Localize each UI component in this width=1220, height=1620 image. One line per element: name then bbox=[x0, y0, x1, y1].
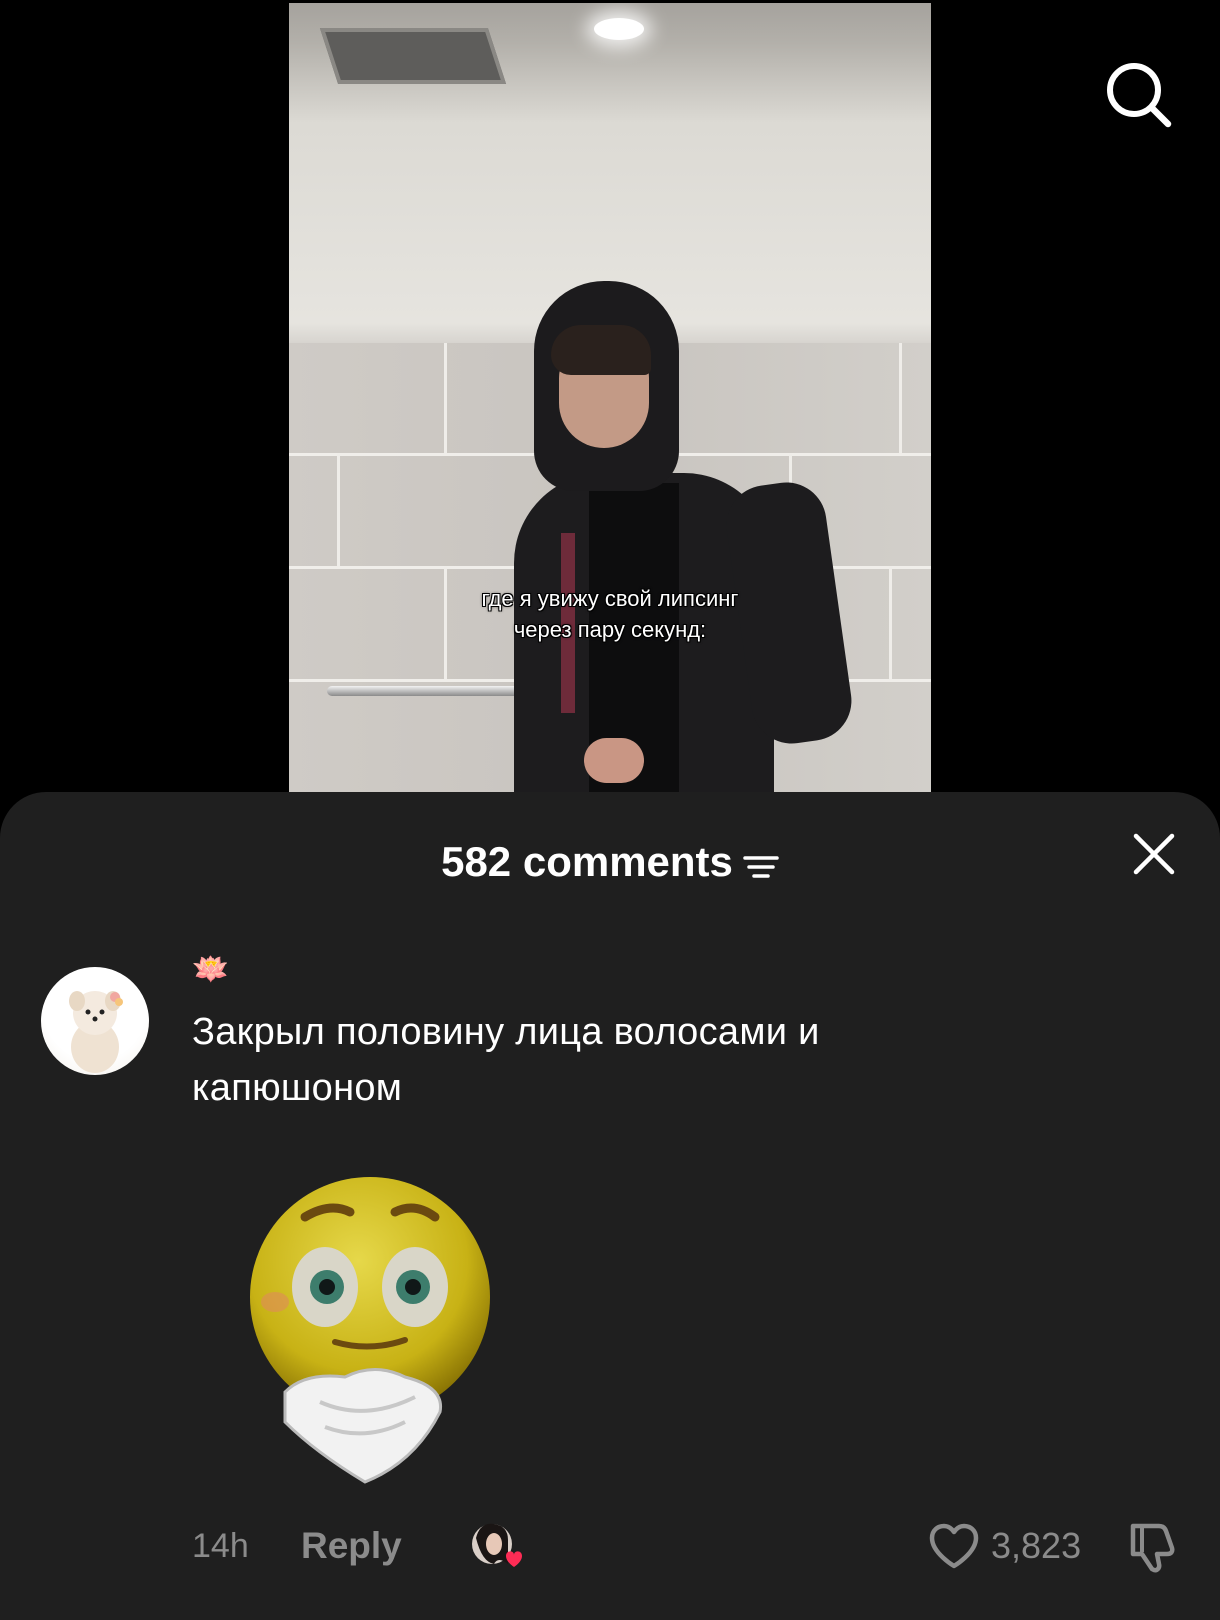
close-icon[interactable] bbox=[1130, 830, 1178, 878]
thumbs-down-icon[interactable] bbox=[1125, 1520, 1181, 1574]
person-hand bbox=[584, 738, 644, 783]
avatar[interactable] bbox=[41, 967, 149, 1075]
tile-seam bbox=[899, 343, 902, 453]
reply-button[interactable]: Reply bbox=[301, 1525, 402, 1567]
comment-timestamp: 14h bbox=[192, 1527, 249, 1565]
person-hair bbox=[551, 325, 651, 375]
comment-username[interactable]: 🪷 bbox=[192, 952, 229, 987]
comments-count-title: 582 comments bbox=[441, 837, 733, 885]
blushing-emoji-sticker bbox=[245, 1172, 495, 1492]
filter-icon[interactable] bbox=[743, 845, 779, 879]
tile-seam bbox=[444, 343, 447, 453]
ceiling-light bbox=[594, 18, 644, 40]
ceiling-vent bbox=[319, 28, 507, 84]
creator-liked-badge bbox=[470, 1520, 530, 1570]
caption-line: где я увижу свой липсинг bbox=[481, 586, 739, 611]
comments-sheet: 582 comments 🪷 Закрыл половину лица воло… bbox=[0, 792, 1220, 1620]
search-icon[interactable] bbox=[1100, 55, 1180, 135]
video-player[interactable]: где я увижу свой липсинг через пару секу… bbox=[289, 3, 931, 793]
comments-header: 582 comments bbox=[0, 834, 1220, 887]
tile-seam bbox=[337, 453, 340, 566]
like-count: 3,823 bbox=[991, 1525, 1082, 1566]
heart-outline-icon[interactable] bbox=[928, 1522, 980, 1572]
comment-text: Закрыл половину лица волосами и капюшоно… bbox=[192, 1011, 820, 1109]
caption-line: через пару секунд: bbox=[513, 617, 707, 642]
video-caption: где я увижу свой липсинг через пару секу… bbox=[289, 583, 931, 645]
